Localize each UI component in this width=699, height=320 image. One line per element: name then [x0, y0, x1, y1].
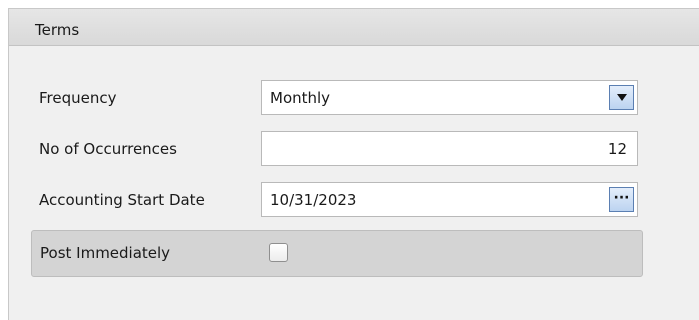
frequency-dropdown[interactable]: Monthly [261, 80, 638, 115]
occurrences-label: No of Occurrences [39, 140, 177, 158]
form-window: Terms Frequency Monthly No of Occurrence… [0, 0, 699, 320]
terms-panel-header: Terms [9, 9, 699, 46]
occurrences-value: 12 [607, 140, 627, 158]
occurrences-field[interactable]: 12 [261, 131, 638, 166]
date-picker-button[interactable]: ··· [609, 187, 634, 212]
start-date-label: Accounting Start Date [39, 191, 205, 209]
chevron-down-icon [617, 94, 627, 101]
post-immediately-label: Post Immediately [40, 244, 171, 262]
panel-title: Terms [35, 21, 80, 39]
start-date-value: 10/31/2023 [270, 191, 357, 209]
post-immediately-row: Post Immediately [31, 230, 643, 277]
terms-panel: Terms Frequency Monthly No of Occurrence… [8, 8, 699, 320]
frequency-value: Monthly [270, 89, 331, 107]
start-date-field[interactable]: 10/31/2023 ··· [261, 182, 638, 217]
post-immediately-checkbox[interactable] [269, 243, 288, 262]
frequency-label: Frequency [39, 89, 117, 107]
frequency-dropdown-button[interactable] [609, 85, 634, 110]
ellipsis-icon: ··· [613, 190, 630, 206]
